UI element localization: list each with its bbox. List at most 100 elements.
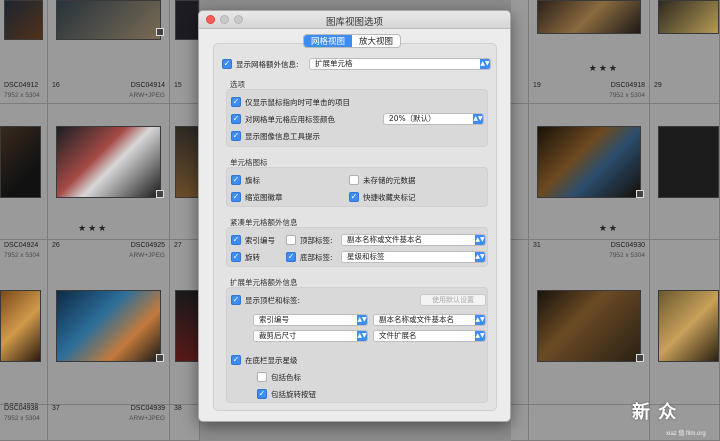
bottom-label-label: 底部标签: <box>300 252 333 262</box>
grid-cell[interactable]: 15 <box>170 0 200 104</box>
show-extras-checkbox[interactable]: ✓ <box>222 59 232 69</box>
compact-row[interactable]: ✓ 底部标签: <box>286 251 333 263</box>
option-checkbox[interactable]: ✓ <box>231 131 241 141</box>
extras-mode-select[interactable]: 扩展单元格 ▲▼ <box>309 58 491 70</box>
show-rating-checkbox[interactable]: ✓ <box>231 355 241 365</box>
grid-cell[interactable]: 27 <box>170 240 200 405</box>
compact-row[interactable]: ✓ 索引编号 <box>231 234 275 246</box>
bottom-label-checkbox[interactable]: ✓ <box>286 252 296 262</box>
library-view-options-dialog: 图库视图选项 ✓ 显示网格额外信息: 扩展单元格 ▲▼ 选项 ✓ 仅显示鼠标指向… <box>198 10 511 422</box>
option-row[interactable]: ✓ 仅显示鼠标指向时可单击的项目 <box>231 96 350 108</box>
show-extras-row[interactable]: ✓ 显示网格额外信息: <box>222 58 299 70</box>
file-name: DSC04924 <box>4 242 39 249</box>
header-label-value: 裁剪后尺寸 <box>259 331 297 340</box>
index-number: 37 <box>52 405 60 412</box>
grid-cell[interactable]: 37 DSC04939 ARW+JPEG <box>48 405 170 441</box>
header-label-select-1[interactable]: 索引编号 ▲▼ <box>253 314 368 326</box>
unsaved-metadata-checkbox[interactable]: ✓ <box>349 175 359 185</box>
header-label-select-2[interactable]: 副本名称或文件基本名 ▲▼ <box>373 314 486 326</box>
photo-thumbnail[interactable] <box>175 290 199 362</box>
photo-thumbnail[interactable] <box>658 126 719 198</box>
options-panel: ✓ 显示网格额外信息: 扩展单元格 ▲▼ 选项 ✓ 仅显示鼠标指向时可单击的项目… <box>213 43 497 411</box>
photo-thumbnail[interactable] <box>56 0 161 40</box>
compact-row[interactable]: ✓ 顶部标签: <box>286 234 333 246</box>
tab-grid-view[interactable]: 网格视图 <box>304 35 353 47</box>
option-row[interactable]: ✓ 对网格单元格应用标签颜色 <box>231 113 335 125</box>
photo-thumbnail[interactable] <box>56 290 161 362</box>
color-label-row[interactable]: ✓ 包括色标 <box>257 371 301 383</box>
photo-thumbnail[interactable] <box>0 126 41 198</box>
top-label-label: 顶部标签: <box>300 235 333 245</box>
tint-amount-select[interactable]: 20%（默认） ▲▼ <box>383 113 484 125</box>
photo-thumbnail[interactable] <box>537 126 641 198</box>
header-label-select-4[interactable]: 文件扩展名 ▲▼ <box>373 330 486 342</box>
grid-cell[interactable] <box>0 104 48 240</box>
grid-cell[interactable] <box>511 240 529 405</box>
file-size: 7952 x 5304 <box>4 92 40 99</box>
file-name: DSC04930 <box>610 242 645 249</box>
cell-icon-label: 旗标 <box>245 175 260 185</box>
bottom-label-select[interactable]: 星级和标签 ▲▼ <box>341 251 486 263</box>
index-number: 29 <box>654 82 662 89</box>
color-label-label: 包括色标 <box>271 372 301 382</box>
show-header-row[interactable]: ✓ 显示顶栏和标签: <box>231 294 300 306</box>
title-bar[interactable]: 图库视图选项 <box>199 11 510 29</box>
grid-cell[interactable]: 26 DSC04925 ARW+JPEG <box>48 240 170 405</box>
cell-icon-label: 缩览图徽章 <box>245 192 283 202</box>
rotate-buttons-checkbox[interactable]: ✓ <box>257 389 267 399</box>
grid-cell[interactable] <box>511 0 529 104</box>
star-rating[interactable]: ★★ <box>599 224 619 234</box>
cell-icon-row[interactable]: ✓ 旗标 <box>231 174 260 186</box>
star-rating[interactable]: ★★★ <box>589 64 619 74</box>
photo-thumbnail[interactable] <box>4 0 43 40</box>
photo-thumbnail[interactable] <box>537 0 641 34</box>
top-label-select[interactable]: 副本名称或文件基本名 ▲▼ <box>341 234 486 246</box>
option-row[interactable]: ✓ 显示图像信息工具提示 <box>231 130 320 142</box>
grid-cell[interactable]: ★★★ 19 DSC04918 7952 x 5304 <box>529 0 650 104</box>
compact-row[interactable]: ✓ 旋转 <box>231 251 260 263</box>
header-label-select-3[interactable]: 裁剪后尺寸 ▲▼ <box>253 330 368 342</box>
photo-thumbnail[interactable] <box>658 0 719 34</box>
photo-thumbnail[interactable] <box>658 290 719 362</box>
tab-loupe-view[interactable]: 放大视图 <box>352 35 400 47</box>
use-defaults-button[interactable]: 使用默认设置 <box>420 294 486 306</box>
top-label-checkbox[interactable]: ✓ <box>286 235 296 245</box>
show-rating-row[interactable]: ✓ 在底栏显示星级 <box>231 354 298 366</box>
grid-cell[interactable] <box>650 240 720 405</box>
grid-cell[interactable]: DSC04924 7952 x 5304 DSC04938 7952 x 530… <box>0 240 48 405</box>
grid-cell[interactable]: DSC04938 7952 x 5304 <box>0 405 48 441</box>
grid-cell[interactable] <box>650 104 720 240</box>
rotate-buttons-row[interactable]: ✓ 包括旋转按钮 <box>257 388 316 400</box>
grid-cell[interactable]: 31 DSC04930 7952 x 5304 <box>529 240 650 405</box>
grid-cell[interactable]: 38 <box>170 405 200 441</box>
grid-cell[interactable]: ★★★ <box>48 104 170 240</box>
index-number-checkbox[interactable]: ✓ <box>231 235 241 245</box>
photo-thumbnail[interactable] <box>175 0 199 40</box>
cell-icon-row[interactable]: ✓ 快捷收藏夹标记 <box>349 191 416 203</box>
grid-cell[interactable]: DSC04912 7952 x 5304 <box>0 0 48 104</box>
photo-thumbnail[interactable] <box>175 126 199 198</box>
photo-thumbnail[interactable] <box>56 126 161 198</box>
thumbnail-badge-checkbox[interactable]: ✓ <box>231 192 241 202</box>
option-checkbox[interactable]: ✓ <box>231 97 241 107</box>
photo-thumbnail[interactable] <box>0 290 41 362</box>
photo-thumbnail[interactable] <box>537 290 641 362</box>
flag-checkbox[interactable]: ✓ <box>231 175 241 185</box>
option-checkbox[interactable]: ✓ <box>231 114 241 124</box>
show-rating-label: 在底栏显示星级 <box>245 355 298 365</box>
quick-collection-checkbox[interactable]: ✓ <box>349 192 359 202</box>
grid-cell[interactable] <box>511 104 529 240</box>
grid-cell[interactable] <box>170 104 200 240</box>
grid-cell[interactable] <box>511 405 529 441</box>
cell-icon-row[interactable]: ✓ 未存储的元数据 <box>349 174 416 186</box>
header-label-value: 副本名称或文件基本名 <box>379 315 454 324</box>
grid-cell[interactable]: 29 <box>650 0 720 104</box>
grid-cell[interactable]: DSC04914 ARW+JPEG 16 <box>48 0 170 104</box>
color-label-checkbox[interactable]: ✓ <box>257 372 267 382</box>
bottom-label-value: 星级和标签 <box>347 252 385 261</box>
star-rating[interactable]: ★★★ <box>78 224 108 234</box>
grid-cell[interactable]: ★★ <box>529 104 650 240</box>
rotation-checkbox[interactable]: ✓ <box>231 252 241 262</box>
show-header-checkbox[interactable]: ✓ <box>231 295 241 305</box>
cell-icon-row[interactable]: ✓ 缩览图徽章 <box>231 191 283 203</box>
